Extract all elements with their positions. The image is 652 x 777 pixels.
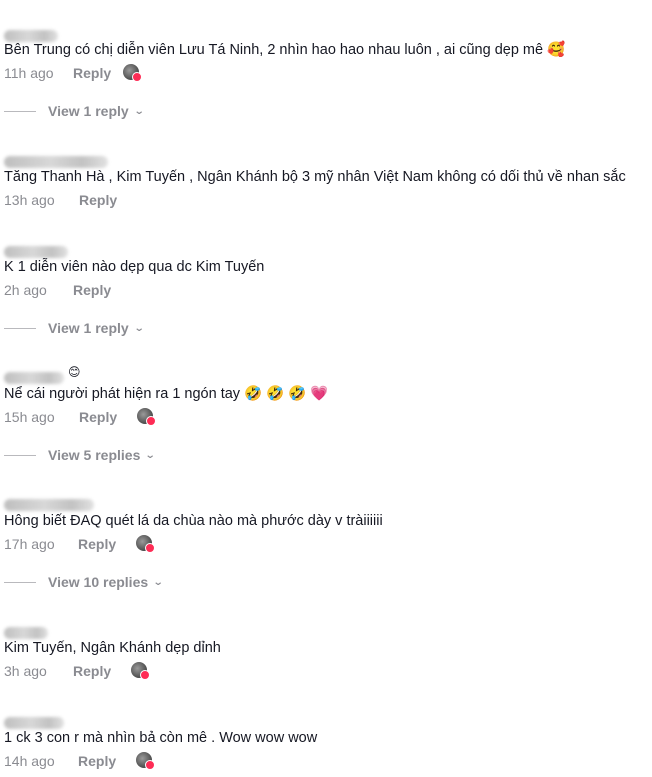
blurred-username[interactable] — [4, 156, 108, 168]
reply-button[interactable]: Reply — [79, 192, 139, 208]
blurred-username[interactable] — [4, 372, 64, 384]
chevron-down-icon: ⌄ — [133, 105, 145, 117]
comment-time: 2h ago — [4, 282, 47, 298]
creator-liked-avatar-icon — [123, 64, 142, 82]
comment-meta: 11h ago Reply — [4, 64, 142, 82]
view-replies-button[interactable]: View 1 reply ⌄ — [4, 319, 145, 337]
comment-meta: 14h ago Reply — [4, 752, 155, 770]
blurred-username[interactable] — [4, 717, 64, 729]
comment-time: 15h ago — [4, 409, 55, 425]
comment-meta: 13h ago Reply — [4, 191, 139, 209]
comment-text: 1 ck 3 con r mà nhìn bả còn mê . Wow wow… — [4, 730, 318, 746]
comment-time: 14h ago — [4, 753, 55, 769]
comment-text: Kim Tuyến, Ngân Khánh dẹp dỉnh — [4, 640, 221, 656]
comment-meta: 3h ago Reply — [4, 662, 150, 680]
comment-text: Nể cái người phát hiện ra 1 ngón tay 🤣 🤣… — [4, 386, 329, 402]
comment-time: 11h ago — [4, 65, 54, 81]
divider-line — [4, 581, 36, 583]
reply-button[interactable]: Reply — [73, 663, 133, 679]
comments-list: Bên Trung có chị diễn viên Lưu Tá Ninh, … — [0, 0, 652, 777]
comment-time: 13h ago — [4, 192, 55, 208]
divider-line — [4, 454, 36, 456]
comment-text: Tăng Thanh Hà , Kim Tuyến , Ngân Khánh b… — [4, 169, 626, 185]
creator-liked-avatar-icon — [137, 408, 156, 426]
view-replies-button[interactable]: View 10 replies ⌄ — [4, 573, 164, 591]
creator-liked-avatar-icon — [131, 662, 150, 680]
reply-button[interactable]: Reply — [73, 282, 133, 298]
comment-text: Hông biết ĐAQ quét lá da chùa nào mà phư… — [4, 513, 383, 529]
comment-meta: 17h ago Reply — [4, 535, 155, 553]
view-replies-label: View 1 reply — [48, 320, 129, 336]
chevron-down-icon: ⌄ — [145, 449, 157, 461]
comment-text: Bên Trung có chị diễn viên Lưu Tá Ninh, … — [4, 42, 566, 58]
blurred-username[interactable] — [4, 627, 48, 639]
comment-time: 3h ago — [4, 663, 47, 679]
chevron-down-icon: ⌄ — [152, 576, 164, 588]
reply-button[interactable]: Reply — [78, 753, 138, 769]
reply-button[interactable]: Reply — [79, 409, 139, 425]
reply-button[interactable]: Reply — [78, 536, 138, 552]
comment-meta: 15h ago Reply — [4, 408, 156, 426]
comment-time: 17h ago — [4, 536, 55, 552]
creator-liked-avatar-icon — [136, 535, 155, 553]
emoji-icon: 😊 — [68, 365, 81, 379]
view-replies-button[interactable]: View 5 replies ⌄ — [4, 446, 157, 464]
comment-text: K 1 diễn viên nào dẹp qua dc Kim Tuyến — [4, 259, 265, 275]
blurred-username[interactable] — [4, 246, 68, 258]
chevron-down-icon: ⌄ — [133, 322, 145, 334]
view-replies-button[interactable]: View 1 reply ⌄ — [4, 102, 145, 120]
creator-liked-avatar-icon — [136, 752, 155, 770]
view-replies-label: View 10 replies — [48, 574, 149, 590]
blurred-username[interactable] — [4, 499, 94, 511]
view-replies-label: View 5 replies — [48, 447, 141, 463]
comment-meta: 2h ago Reply — [4, 281, 133, 299]
divider-line — [4, 110, 36, 112]
divider-line — [4, 327, 36, 329]
view-replies-label: View 1 reply — [48, 103, 129, 119]
